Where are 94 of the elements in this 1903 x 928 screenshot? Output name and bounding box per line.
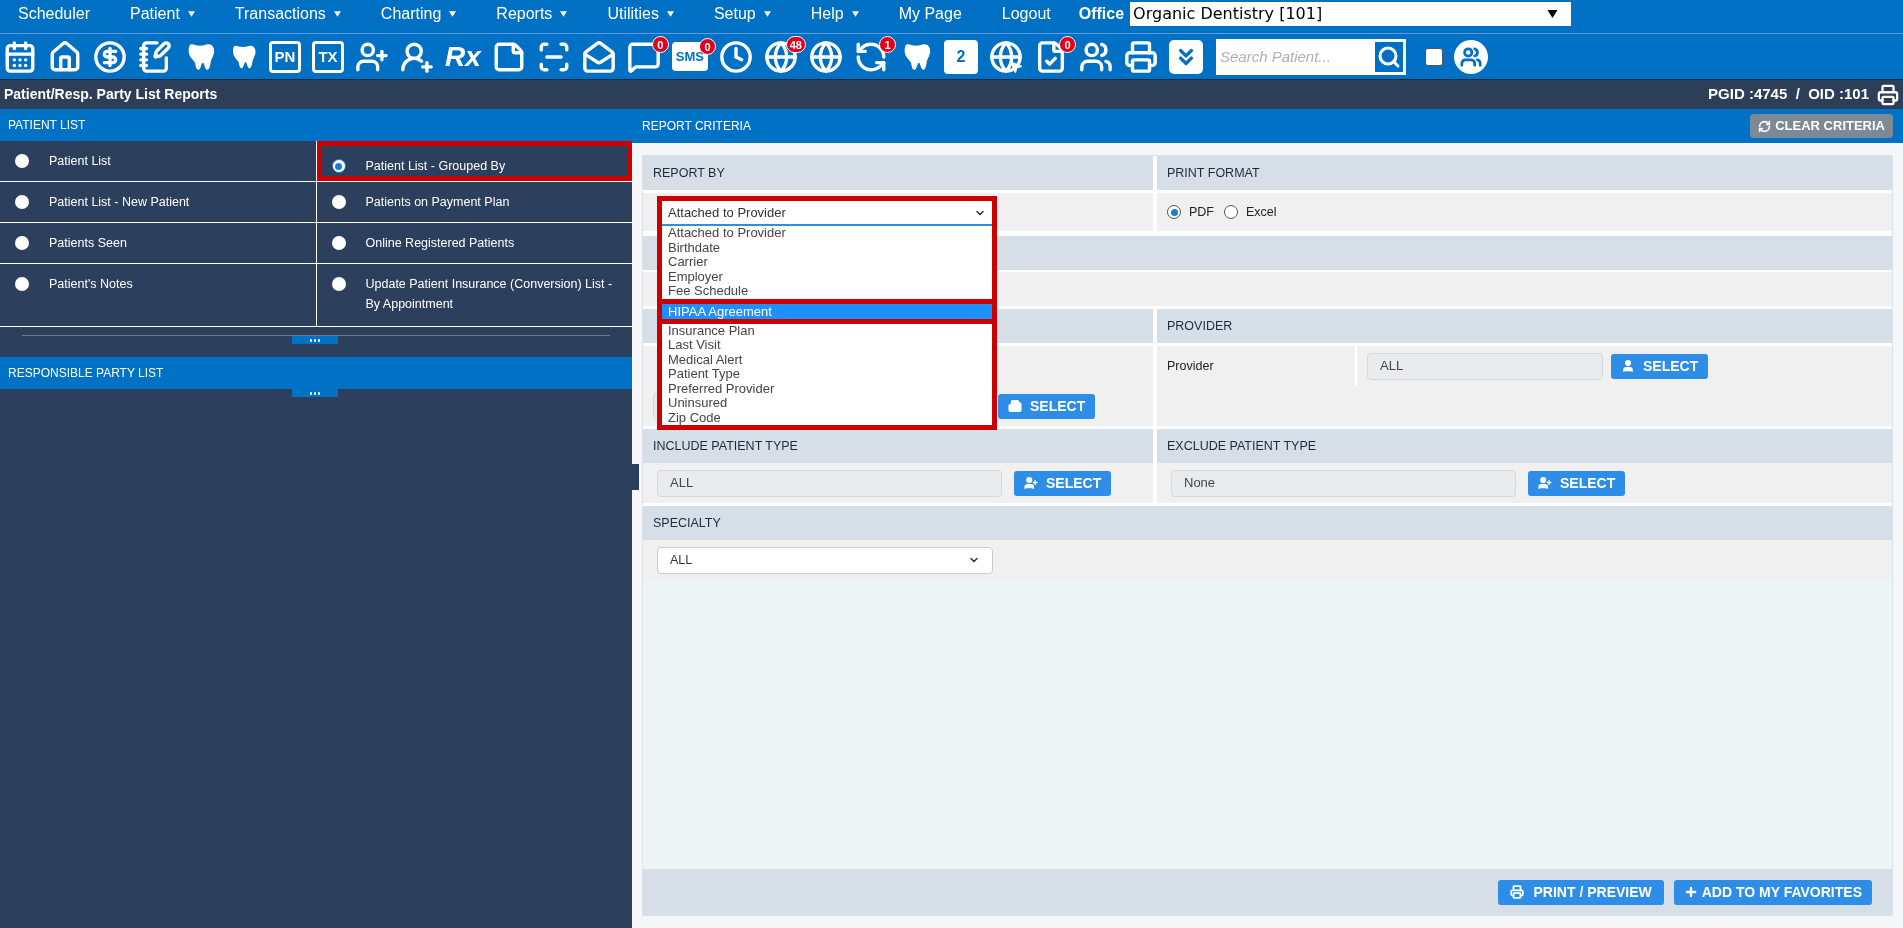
calendar-icon[interactable] bbox=[3, 39, 37, 74]
dots-icon bbox=[309, 338, 321, 342]
nav-menu-item[interactable]: Reports bbox=[496, 2, 553, 26]
globe-icon[interactable] bbox=[808, 39, 843, 74]
text-field[interactable]: ALL bbox=[657, 469, 1002, 497]
panel-header: RESPONSIBLE PARTY LIST bbox=[0, 357, 632, 389]
printer-icon bbox=[1509, 885, 1524, 899]
report-option[interactable]: Online Registered Patients bbox=[316, 223, 632, 263]
count-badge: 1 bbox=[878, 35, 896, 53]
search-field[interactable]: Search Patient... bbox=[1215, 38, 1372, 75]
search-users-icon[interactable] bbox=[1453, 39, 1488, 74]
calendar-text-icon[interactable]: PN bbox=[269, 40, 301, 73]
user-plus-icon bbox=[1024, 476, 1038, 490]
dots-icon bbox=[309, 391, 321, 395]
printer-icon[interactable] bbox=[1877, 83, 1899, 106]
caret-icon bbox=[1547, 10, 1559, 18]
report-option[interactable]: Patient List bbox=[0, 141, 316, 181]
pen-list-icon[interactable] bbox=[138, 39, 172, 74]
radio-button[interactable] bbox=[331, 236, 346, 250]
dollar-icon[interactable] bbox=[93, 39, 127, 74]
count-badge: 48 bbox=[785, 35, 806, 53]
office-label: Office bbox=[1078, 4, 1125, 24]
section-header: SPECIALTY bbox=[643, 506, 1892, 540]
nav-menu-item[interactable]: Help bbox=[810, 2, 844, 26]
radio-button[interactable] bbox=[1224, 205, 1238, 219]
count-badge: 0 bbox=[651, 35, 669, 53]
collapse-handle[interactable] bbox=[292, 336, 338, 344]
dropdown-option[interactable]: Insurance Plan bbox=[662, 323, 992, 338]
report-option[interactable]: Update Patient Insurance (Conversion) List - By Appointment bbox=[316, 264, 632, 326]
office-select[interactable]: Organic Dentistry [101] bbox=[1130, 2, 1572, 26]
checkbox[interactable] bbox=[1424, 47, 1443, 66]
dropdown-option[interactable]: Zip Code bbox=[662, 410, 992, 425]
radio-button[interactable] bbox=[15, 195, 29, 209]
radio-label: PDF bbox=[1189, 203, 1214, 221]
radio-button[interactable] bbox=[1167, 205, 1181, 219]
dropdown-option[interactable]: Last Visit bbox=[662, 338, 992, 353]
dropdown-option[interactable]: Preferred Provider bbox=[662, 381, 992, 396]
radio-button[interactable] bbox=[331, 195, 346, 209]
nav-menu-item[interactable]: Utilities bbox=[607, 2, 659, 26]
count-badge: 0 bbox=[1058, 35, 1076, 53]
specialty-select[interactable]: ALL bbox=[657, 546, 993, 574]
calendar-text-icon[interactable]: TX bbox=[312, 40, 344, 73]
clear-criteria-button[interactable]: CLEAR CRITERIA bbox=[1750, 114, 1893, 138]
mail-icon[interactable] bbox=[581, 39, 616, 74]
nav-menu-item[interactable]: Logout bbox=[1001, 2, 1051, 26]
globe-cursor-icon[interactable] bbox=[988, 39, 1023, 74]
report-option[interactable]: Patients on Payment Plan bbox=[316, 182, 632, 222]
section-header: EXCLUDE PATIENT TYPE bbox=[1157, 429, 1892, 463]
radio-button[interactable] bbox=[331, 277, 346, 291]
section-header: PRINT FORMAT bbox=[1157, 156, 1892, 190]
radio-button[interactable] bbox=[15, 154, 29, 168]
section-header: INCLUDE PATIENT TYPE bbox=[643, 429, 1153, 463]
nav-menu-item[interactable]: Setup bbox=[713, 2, 756, 26]
nav-menu-item[interactable]: My Page bbox=[898, 2, 962, 26]
collapse-handle[interactable] bbox=[292, 389, 338, 397]
nav-menu-item[interactable]: Transactions bbox=[234, 2, 326, 26]
report-option[interactable]: Patient's Notes bbox=[0, 264, 316, 326]
dropdown-option[interactable]: Fee Schedule bbox=[662, 284, 992, 299]
text-field[interactable]: ALL bbox=[1367, 352, 1603, 380]
prescription-icon[interactable]: Rx bbox=[445, 42, 481, 71]
nav-menu-item[interactable]: Patient bbox=[130, 2, 180, 26]
dropdown-option[interactable]: Medical Alert bbox=[662, 352, 992, 367]
chevrons-down-icon[interactable] bbox=[1168, 39, 1203, 74]
radio-label: Excel bbox=[1246, 203, 1277, 221]
user-icon bbox=[1621, 359, 1635, 373]
user-plus-icon bbox=[1538, 476, 1552, 490]
dropdown-option[interactable]: Birthdate bbox=[662, 240, 992, 255]
plus-icon bbox=[1683, 885, 1698, 899]
collapse-handle[interactable] bbox=[630, 464, 639, 490]
radio-button[interactable] bbox=[15, 236, 29, 250]
report-option[interactable]: Patient List - Grouped By bbox=[316, 141, 632, 181]
printer-icon[interactable] bbox=[1123, 39, 1158, 74]
dropdown-option[interactable]: Uninsured bbox=[662, 396, 992, 411]
section-header: REPORT BY bbox=[643, 156, 1153, 190]
panel-header: PATIENT LIST bbox=[0, 109, 632, 141]
id-label: PGID :4745 / OID :101 bbox=[1708, 84, 1869, 105]
radio-button[interactable] bbox=[15, 277, 29, 291]
dropdown-option[interactable]: Employer bbox=[662, 269, 992, 284]
panel-header: REPORT CRITERIA bbox=[642, 118, 751, 135]
text-field[interactable]: None bbox=[1171, 469, 1516, 497]
nav-menu-item[interactable]: Charting bbox=[380, 2, 442, 26]
dropdown-option[interactable]: Carrier bbox=[662, 255, 992, 270]
clock-icon[interactable] bbox=[718, 39, 753, 74]
dropdown-option[interactable]: Patient Type bbox=[662, 367, 992, 382]
report-option[interactable]: Patients Seen bbox=[0, 223, 316, 263]
home-icon[interactable] bbox=[48, 39, 82, 74]
dropdown-option[interactable]: Attached to Provider bbox=[662, 226, 992, 241]
refresh-icon bbox=[1758, 119, 1772, 133]
page-title: Patient/Resp. Party List Reports bbox=[4, 85, 218, 104]
radio-button[interactable] bbox=[331, 159, 346, 173]
section-header: PROVIDER bbox=[1157, 309, 1892, 343]
search-user-icon[interactable] bbox=[1371, 38, 1406, 75]
report-option[interactable]: Patient List - New Patient bbox=[0, 182, 316, 222]
nav-menu-item[interactable]: Scheduler bbox=[18, 2, 91, 26]
